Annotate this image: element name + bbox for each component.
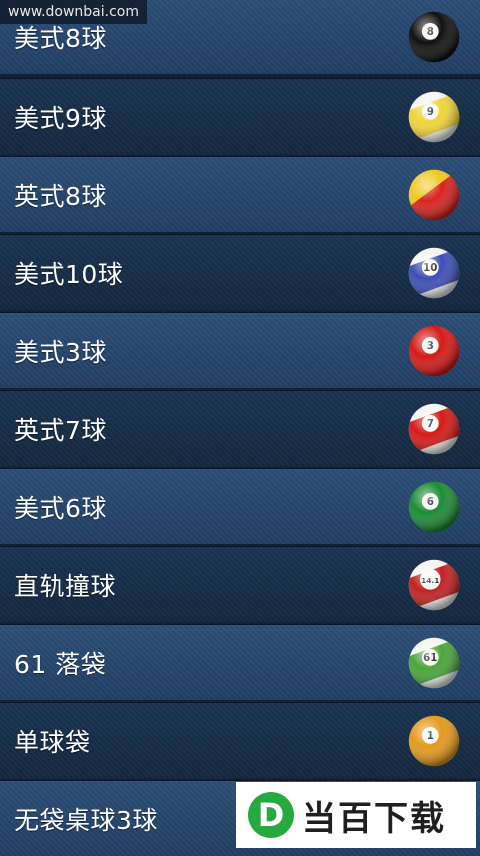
billiard-ball-icon: 61 bbox=[408, 637, 460, 688]
game-mode-item[interactable]: 直轨撞球 14.1 bbox=[0, 546, 480, 622]
game-mode-label: 美式6球 bbox=[14, 493, 107, 523]
billiard-ball-icon: 14.1 bbox=[408, 559, 460, 610]
watermark: www.downbai.com bbox=[0, 0, 147, 24]
billiard-ball-icon bbox=[408, 169, 460, 220]
billiard-ball-icon: 7 bbox=[408, 403, 460, 454]
billiard-ball-icon: 10 bbox=[408, 247, 460, 298]
game-mode-item[interactable]: 单球袋 1 bbox=[0, 702, 480, 778]
game-mode-item[interactable]: 美式6球 6 bbox=[0, 468, 480, 544]
game-mode-label: 美式10球 bbox=[14, 259, 124, 289]
game-mode-list: 美式8球8美式9球9英式8球美式10球10美式3球3英式7球7美式6球6直轨撞球… bbox=[0, 0, 480, 856]
game-mode-label: 美式3球 bbox=[14, 337, 107, 367]
game-mode-item[interactable]: 61 落袋 61 bbox=[0, 624, 480, 700]
game-mode-item[interactable]: 美式3球 3 bbox=[0, 312, 480, 388]
game-mode-label: 61 落袋 bbox=[14, 649, 107, 679]
game-mode-label: 英式8球 bbox=[14, 181, 107, 211]
game-mode-label: 美式9球 bbox=[14, 103, 107, 133]
game-mode-label: 单球袋 bbox=[14, 727, 91, 757]
game-mode-item[interactable]: 美式9球 9 bbox=[0, 78, 480, 154]
billiard-ball-icon: 6 bbox=[408, 481, 460, 532]
billiard-ball-icon: 1 bbox=[408, 715, 460, 766]
game-mode-item[interactable]: 英式7球 7 bbox=[0, 390, 480, 466]
game-mode-label: 无袋桌球3球 bbox=[14, 805, 158, 835]
game-mode-item[interactable]: 美式10球 10 bbox=[0, 234, 480, 310]
game-mode-item[interactable]: 英式8球 bbox=[0, 156, 480, 232]
game-mode-label: 英式7球 bbox=[14, 415, 107, 445]
billiard-ball-icon: 9 bbox=[408, 91, 460, 142]
brand-logo-icon: D bbox=[248, 792, 294, 838]
brand-name: 当百下载 bbox=[302, 798, 446, 839]
brand-banner: D 当百下载 bbox=[236, 782, 476, 848]
billiard-ball-icon: 8 bbox=[408, 11, 460, 62]
game-mode-label: 直轨撞球 bbox=[14, 571, 117, 601]
billiard-ball-icon: 3 bbox=[408, 325, 460, 376]
